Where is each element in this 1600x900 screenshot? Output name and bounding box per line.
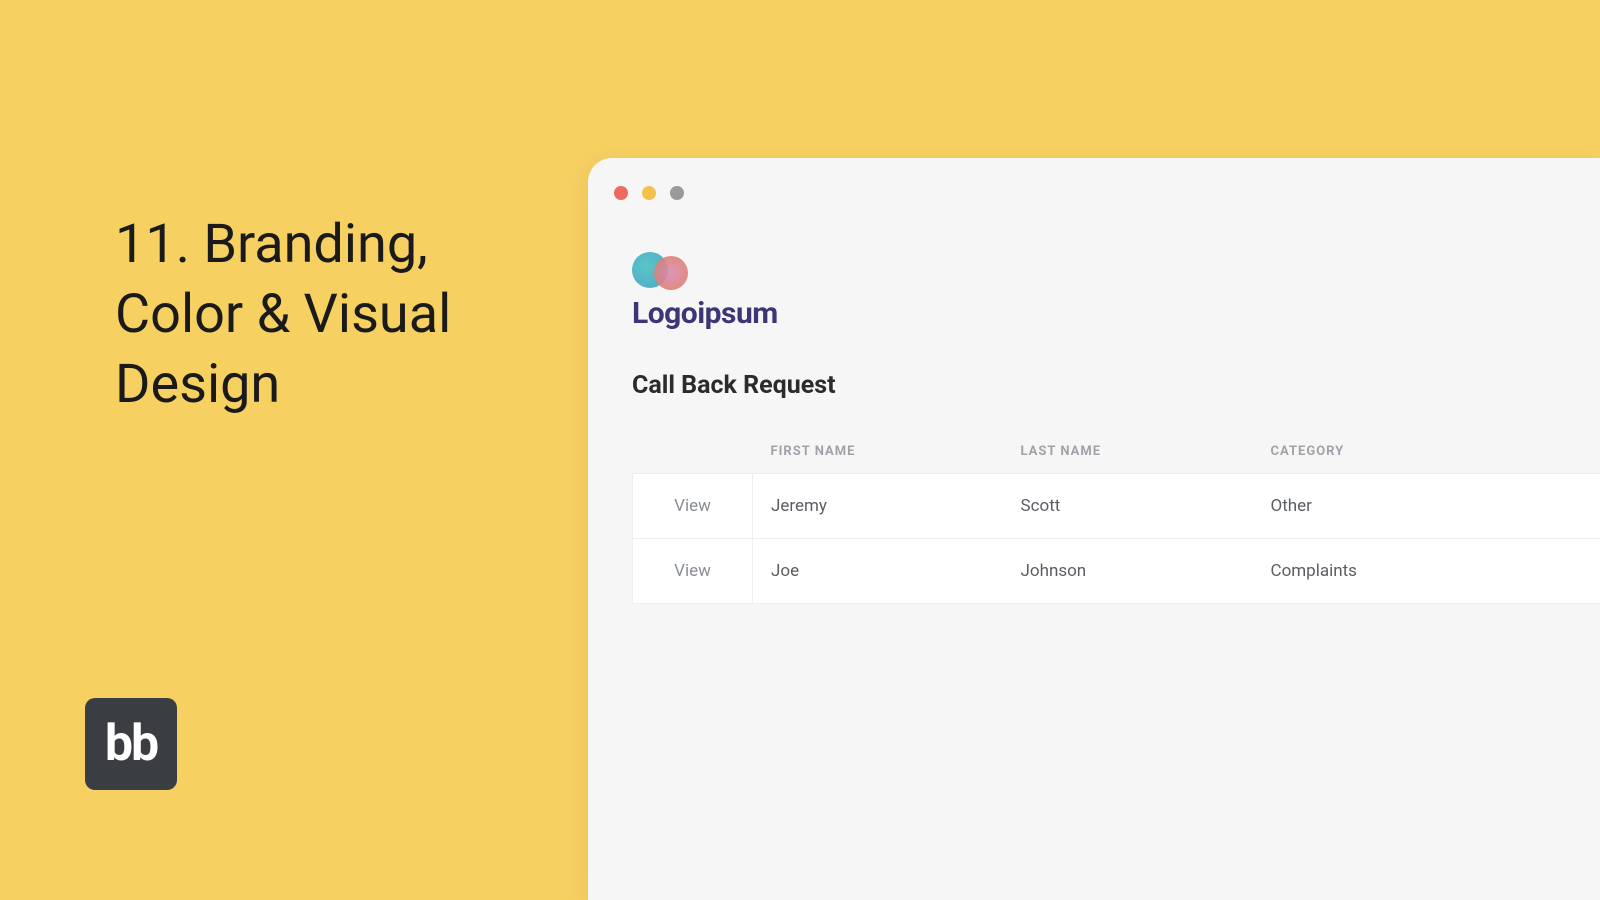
- app-content: Logoipsum Call Back Request FIRST NAME L…: [632, 250, 1600, 604]
- table-header-action: [633, 430, 753, 474]
- cell-last-name: Scott: [1003, 474, 1253, 539]
- view-link[interactable]: View: [633, 539, 753, 604]
- table-header-last-name: LAST NAME: [1003, 430, 1253, 474]
- window-minimize-dot-icon[interactable]: [642, 186, 656, 200]
- logo-text: Logoipsum: [632, 296, 1600, 331]
- table-row: View Joe Johnson Complaints: [633, 539, 1600, 604]
- cell-category: Complaints: [1253, 539, 1600, 604]
- bb-logo-text: bb: [105, 715, 157, 773]
- table-header-category: CATEGORY: [1253, 430, 1600, 474]
- slide-headline: 11. Branding, Color & Visual Design: [115, 210, 545, 421]
- cell-category: Other: [1253, 474, 1600, 539]
- logo-mark-icon: [632, 250, 694, 290]
- cell-first-name: Jeremy: [753, 474, 1003, 539]
- slide-stage: 11. Branding, Color & Visual Design bb L…: [0, 0, 1600, 900]
- window-close-dot-icon[interactable]: [614, 186, 628, 200]
- table-header-row: FIRST NAME LAST NAME CATEGORY: [633, 430, 1600, 474]
- cell-first-name: Joe: [753, 539, 1003, 604]
- section-title: Call Back Request: [632, 371, 1600, 400]
- view-link[interactable]: View: [633, 474, 753, 539]
- table-header-first-name: FIRST NAME: [753, 430, 1003, 474]
- callback-table: FIRST NAME LAST NAME CATEGORY View Jerem…: [632, 430, 1600, 604]
- window-zoom-dot-icon[interactable]: [670, 186, 684, 200]
- cell-last-name: Johnson: [1003, 539, 1253, 604]
- window-traffic-lights: [614, 186, 684, 200]
- app-window: Logoipsum Call Back Request FIRST NAME L…: [588, 158, 1600, 900]
- app-logo: Logoipsum: [632, 250, 1600, 331]
- bb-logo-badge: bb: [85, 698, 177, 790]
- table-row: View Jeremy Scott Other: [633, 474, 1600, 539]
